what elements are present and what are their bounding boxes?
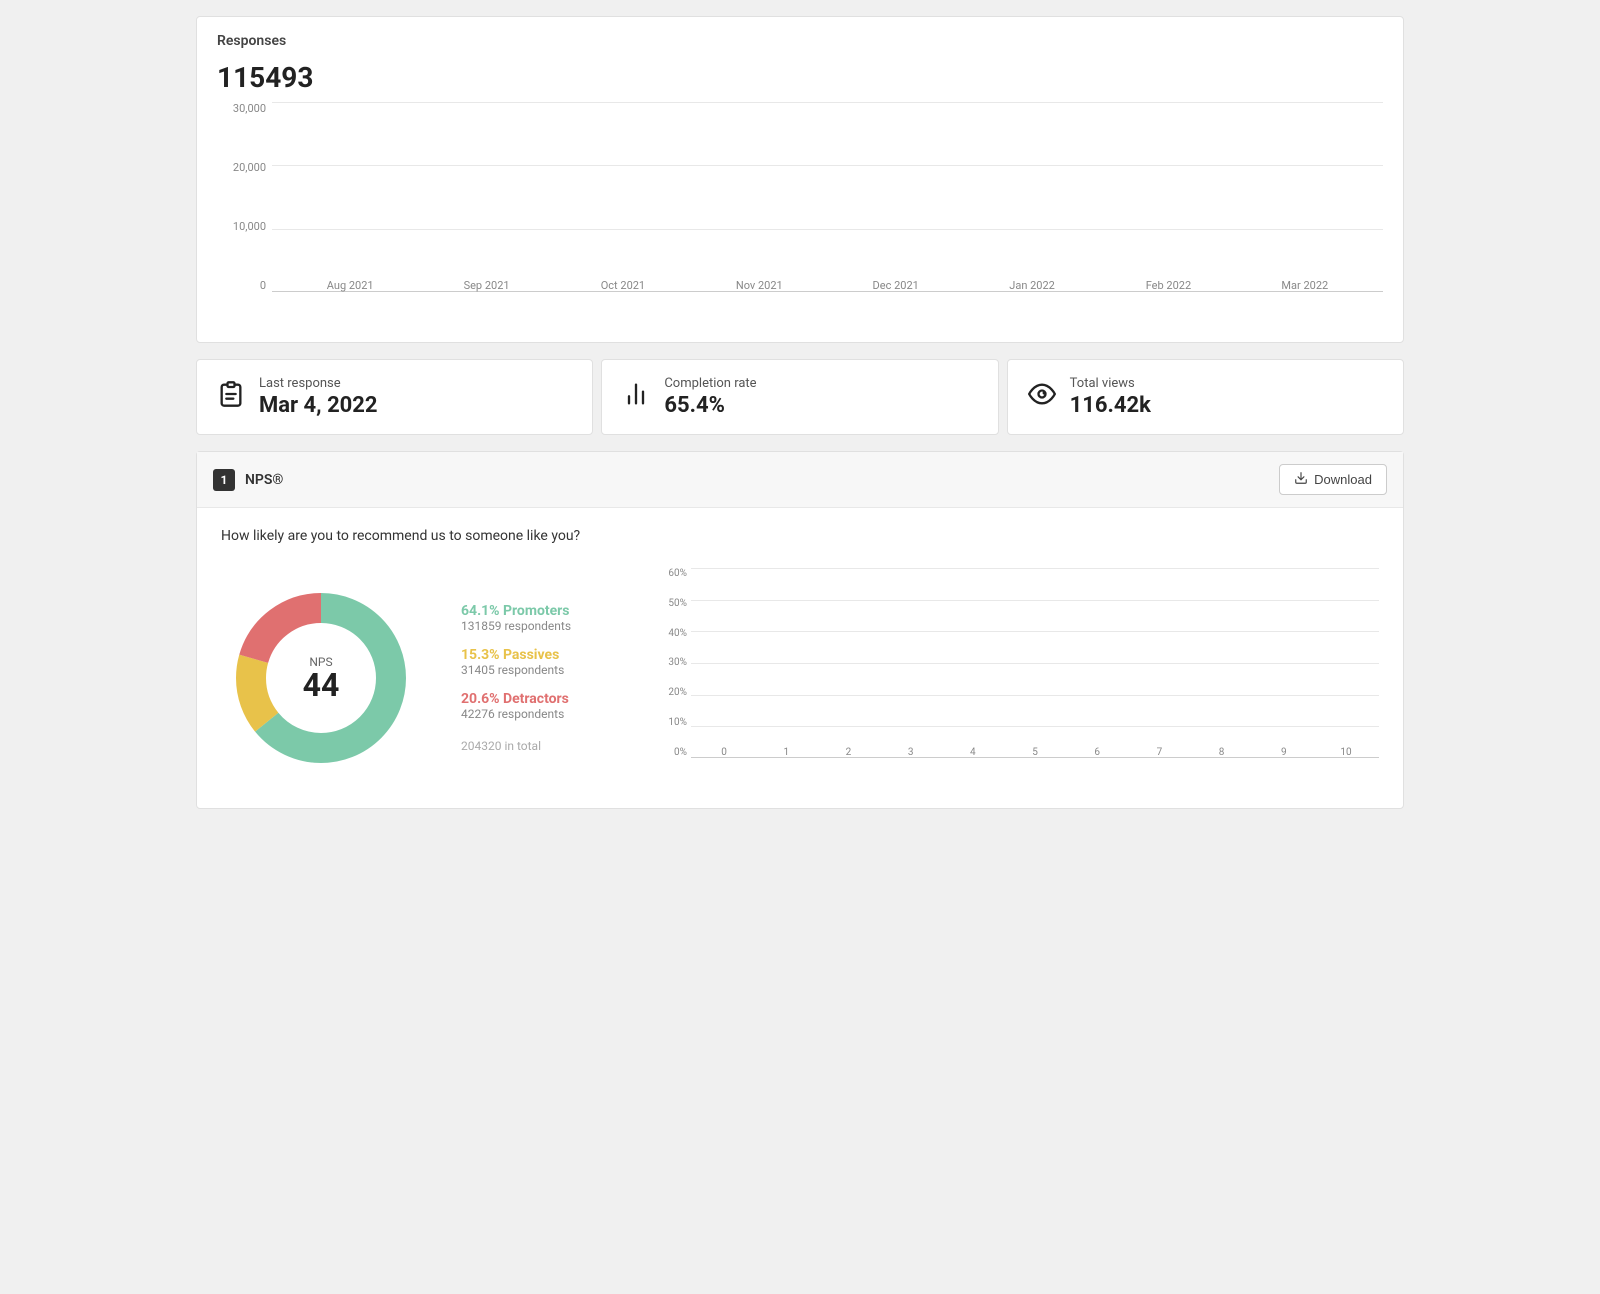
nps-bar-group: 5: [1006, 742, 1064, 758]
download-icon: [1294, 471, 1308, 488]
download-button[interactable]: Download: [1279, 464, 1387, 495]
nps-title: NPS®: [245, 472, 283, 488]
bar-x-label: Oct 2021: [601, 279, 645, 292]
bar-group: Sep 2021: [418, 273, 554, 292]
nps-bar-group: 9: [1255, 742, 1313, 758]
nps-y-20: 20%: [661, 687, 691, 698]
nps-bar-group: 3: [882, 742, 940, 758]
nps-question-text: How likely are you to recommend us to so…: [221, 528, 1379, 544]
nps-question-number: 1: [213, 469, 235, 491]
nps-x-axis-line: [691, 757, 1379, 758]
nps-y-axis: 0% 10% 20% 30% 40% 50% 60%: [661, 568, 691, 758]
completion-rate-card: Completion rate 65.4%: [601, 359, 998, 435]
total-views-value: 116.42k: [1070, 393, 1151, 418]
detractors-pct: 20.6% Detractors: [461, 691, 621, 707]
nps-header-left: 1 NPS®: [213, 469, 283, 491]
nps-content: NPS 44 64.1% Promoters 131859 respondent…: [221, 568, 1379, 788]
bar-x-label: Dec 2021: [873, 279, 919, 292]
bar-group: Dec 2021: [828, 273, 964, 292]
detractors-count: 42276 respondents: [461, 707, 621, 721]
nps-body: How likely are you to recommend us to so…: [197, 508, 1403, 808]
last-response-content: Last response Mar 4, 2022: [259, 376, 378, 418]
passives-legend: 15.3% Passives 31405 respondents: [461, 647, 621, 677]
nps-bar-group: 0: [695, 742, 753, 758]
bar-group: Oct 2021: [555, 273, 691, 292]
total-responses-count: 115493: [217, 61, 1383, 94]
bar-x-label: Aug 2021: [327, 279, 374, 292]
donut-chart: NPS 44: [221, 578, 421, 778]
nps-bar-group: 1: [757, 742, 815, 758]
nps-y-0: 0%: [661, 747, 691, 758]
page-container: Responses 115493 0 10,000 20,000 30,000 …: [180, 0, 1420, 825]
nps-y-60: 60%: [661, 568, 691, 579]
completion-rate-label: Completion rate: [664, 376, 756, 391]
nps-bar-group: 4: [944, 742, 1002, 758]
bar-chart-icon: [622, 380, 650, 414]
nps-bar-group: 7: [1130, 742, 1188, 758]
bar-x-label: Feb 2022: [1146, 279, 1191, 292]
bar-group: Nov 2021: [691, 273, 827, 292]
promoters-count: 131859 respondents: [461, 619, 621, 633]
last-response-label: Last response: [259, 376, 378, 391]
y-axis: 0 10,000 20,000 30,000: [217, 102, 272, 292]
nps-bars-container: 0 1 2 3 4 5 6 7 8 9 10: [691, 568, 1379, 758]
nps-y-30: 30%: [661, 657, 691, 668]
y-label-20k: 20,000: [217, 161, 272, 174]
responses-bar-chart: 0 10,000 20,000 30,000 Aug 2021 Sep 2021…: [217, 102, 1383, 322]
stats-row: Last response Mar 4, 2022 Completion rat…: [196, 359, 1404, 435]
nps-bar-group: 10: [1317, 742, 1375, 758]
nps-y-50: 50%: [661, 598, 691, 609]
nps-bar-group: 8: [1193, 742, 1251, 758]
total-views-content: Total views 116.42k: [1070, 376, 1151, 418]
y-label-10k: 10,000: [217, 220, 272, 233]
nps-legend: 64.1% Promoters 131859 respondents 15.3%…: [461, 603, 621, 753]
bars-container: Aug 2021 Sep 2021 Oct 2021 Nov 2021 Dec …: [272, 102, 1383, 292]
download-label: Download: [1314, 472, 1372, 487]
nps-bar-chart: 0% 10% 20% 30% 40% 50% 60%: [661, 568, 1379, 788]
nps-bar-group: 2: [819, 742, 877, 758]
bar-x-label: Nov 2021: [736, 279, 783, 292]
promoters-legend: 64.1% Promoters 131859 respondents: [461, 603, 621, 633]
y-label-0: 0: [217, 279, 272, 292]
nps-total: 204320 in total: [461, 739, 621, 753]
last-response-card: Last response Mar 4, 2022: [196, 359, 593, 435]
nps-bar-group: 6: [1068, 742, 1126, 758]
responses-card: Responses 115493 0 10,000 20,000 30,000 …: [196, 16, 1404, 343]
bar-group: Jan 2022: [964, 273, 1100, 292]
nps-header: 1 NPS® Download: [197, 452, 1403, 508]
donut-nps-score: 44: [303, 669, 340, 701]
responses-section-title: Responses: [217, 33, 1383, 49]
y-label-30k: 30,000: [217, 102, 272, 115]
nps-y-10: 10%: [661, 717, 691, 728]
bar-group: Feb 2022: [1100, 273, 1236, 292]
total-views-card: Total views 116.42k: [1007, 359, 1404, 435]
nps-card: 1 NPS® Download How likely are you to re…: [196, 451, 1404, 809]
last-response-value: Mar 4, 2022: [259, 393, 378, 418]
passives-pct: 15.3% Passives: [461, 647, 621, 663]
bar-x-label: Jan 2022: [1009, 279, 1055, 292]
donut-center: NPS 44: [303, 655, 340, 701]
completion-rate-value: 65.4%: [664, 393, 756, 418]
detractors-legend: 20.6% Detractors 42276 respondents: [461, 691, 621, 721]
total-views-label: Total views: [1070, 376, 1151, 391]
bar-group: Mar 2022: [1237, 273, 1373, 292]
promoters-pct: 64.1% Promoters: [461, 603, 621, 619]
completion-rate-content: Completion rate 65.4%: [664, 376, 756, 418]
eye-icon: [1028, 380, 1056, 414]
bar-x-label: Sep 2021: [464, 279, 510, 292]
passives-count: 31405 respondents: [461, 663, 621, 677]
nps-y-40: 40%: [661, 628, 691, 639]
bar-x-label: Mar 2022: [1281, 279, 1328, 292]
clipboard-icon: [217, 380, 245, 414]
bar-group: Aug 2021: [282, 273, 418, 292]
